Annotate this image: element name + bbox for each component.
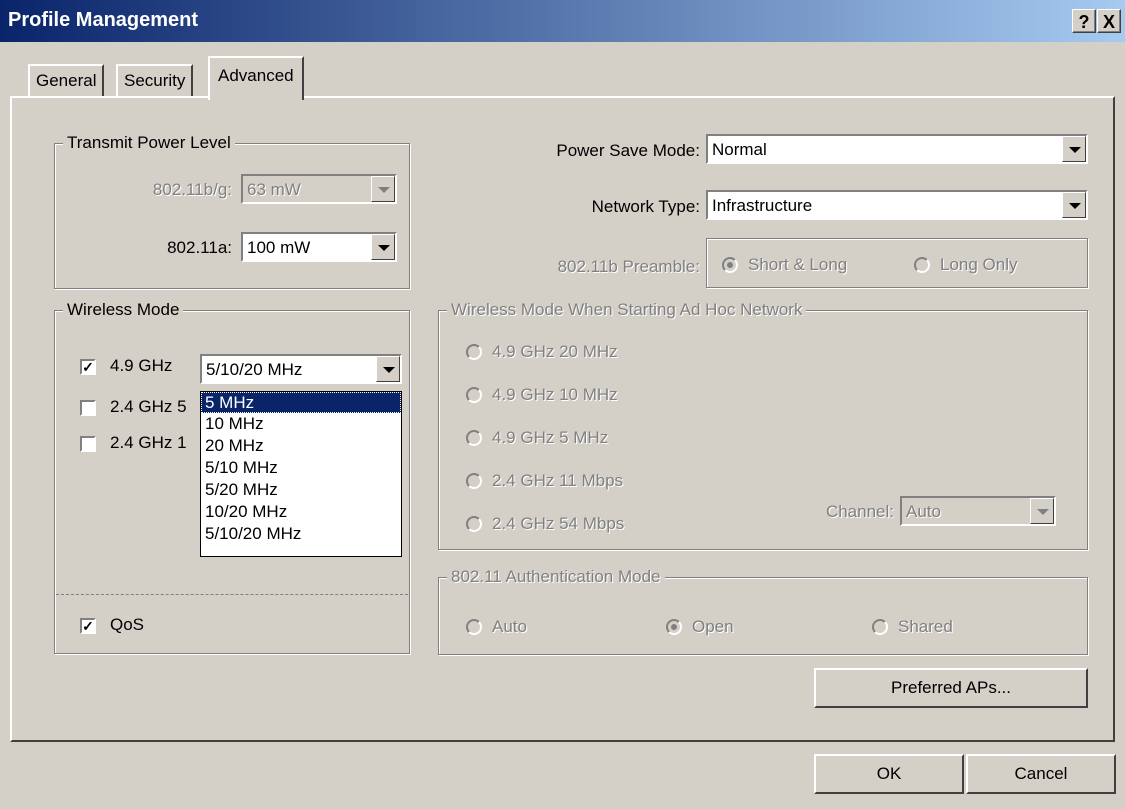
dropdown-option[interactable]: 5 MHz bbox=[201, 392, 401, 413]
bandwidth-value: 5/10/20 MHz bbox=[206, 360, 303, 379]
adhoc-label-49-5: 4.9 GHz 5 MHz bbox=[492, 428, 609, 447]
auth-legend: 802.11 Authentication Mode bbox=[447, 567, 665, 587]
dropdown-option[interactable]: 20 MHz bbox=[201, 435, 401, 457]
tab-advanced[interactable]: Advanced bbox=[208, 56, 304, 100]
adhoc-radio-49-10 bbox=[466, 387, 482, 403]
power-save-value: Normal bbox=[712, 140, 767, 159]
bandwidth-dropdown-list: 5 MHz 10 MHz 20 MHz 5/10 MHz 5/20 MHz 10… bbox=[200, 391, 402, 557]
power-save-label: Power Save Mode: bbox=[556, 141, 700, 160]
chevron-down-icon bbox=[1030, 498, 1054, 524]
adhoc-radio-49-5 bbox=[466, 430, 482, 446]
network-type-label: Network Type: bbox=[591, 197, 700, 216]
adhoc-label-24-11: 2.4 GHz 11 Mbps bbox=[492, 471, 624, 490]
divider bbox=[56, 594, 408, 595]
preamble-short-long-label: Short & Long bbox=[748, 255, 848, 274]
wm-49-label: 4.9 GHz bbox=[110, 356, 173, 375]
dropdown-option[interactable]: 5/20 MHz bbox=[201, 479, 401, 501]
network-type-select[interactable]: Infrastructure bbox=[706, 190, 1088, 220]
adhoc-radio-24-54 bbox=[466, 516, 482, 532]
wm-24b-checkbox[interactable] bbox=[80, 436, 96, 452]
bg-power-label: 802.11b/g: bbox=[152, 180, 232, 199]
preamble-short-long-radio bbox=[722, 257, 738, 273]
qos-checkbox[interactable]: ✓ bbox=[80, 618, 96, 634]
auth-auto-label: Auto bbox=[492, 617, 527, 636]
ok-button[interactable]: OK bbox=[814, 754, 964, 794]
tab-security[interactable]: Security bbox=[116, 64, 194, 98]
preamble-label: 802.11b Preamble: bbox=[557, 257, 700, 276]
a-power-value: 100 mW bbox=[247, 238, 311, 257]
power-save-select[interactable]: Normal bbox=[706, 134, 1088, 164]
close-button[interactable]: X bbox=[1097, 9, 1121, 33]
auth-open-label: Open bbox=[692, 617, 734, 636]
title-bar: Profile Management ? X bbox=[0, 0, 1125, 42]
wireless-mode-legend: Wireless Mode bbox=[63, 300, 184, 320]
dropdown-option[interactable]: 10 MHz bbox=[201, 413, 401, 435]
chevron-down-icon[interactable] bbox=[1062, 192, 1086, 218]
wm-24a-checkbox[interactable] bbox=[80, 400, 96, 416]
adhoc-radio-24-11 bbox=[466, 473, 482, 489]
adhoc-legend: Wireless Mode When Starting Ad Hoc Netwo… bbox=[447, 300, 807, 320]
adhoc-label-24-54: 2.4 GHz 54 Mbps bbox=[492, 514, 625, 533]
chevron-down-icon[interactable] bbox=[376, 356, 400, 382]
channel-select: Auto bbox=[900, 496, 1056, 526]
chevron-down-icon[interactable] bbox=[371, 234, 395, 260]
channel-value: Auto bbox=[906, 502, 941, 521]
channel-label: Channel: bbox=[825, 502, 894, 521]
auth-auto-radio bbox=[466, 619, 482, 635]
auth-open-radio bbox=[666, 619, 682, 635]
dropdown-option[interactable]: 10/20 MHz bbox=[201, 501, 401, 523]
wm-24b-label: 2.4 GHz 1 bbox=[110, 433, 187, 452]
transmit-power-group: Transmit Power Level bbox=[54, 133, 410, 289]
tab-general[interactable]: General bbox=[28, 64, 105, 98]
wm-49-checkbox[interactable]: ✓ bbox=[80, 359, 96, 375]
window-title: Profile Management bbox=[8, 9, 199, 31]
bg-power-value: 63 mW bbox=[247, 180, 301, 199]
auth-shared-label: Shared bbox=[898, 617, 953, 636]
preamble-long-only-radio bbox=[914, 257, 930, 273]
help-button[interactable]: ? bbox=[1072, 9, 1096, 33]
preferred-aps-button[interactable]: Preferred APs... bbox=[814, 668, 1088, 708]
adhoc-label-49-10: 4.9 GHz 10 MHz bbox=[492, 385, 618, 404]
transmit-power-legend: Transmit Power Level bbox=[63, 133, 235, 153]
bandwidth-select[interactable]: 5/10/20 MHz bbox=[200, 354, 402, 384]
bg-power-select: 63 mW bbox=[241, 174, 397, 204]
a-power-select[interactable]: 100 mW bbox=[241, 232, 397, 262]
a-power-label: 802.11a: bbox=[167, 238, 232, 257]
adhoc-label-49-20: 4.9 GHz 20 MHz bbox=[492, 342, 618, 361]
dropdown-option[interactable]: 5/10 MHz bbox=[201, 457, 401, 479]
qos-label: QoS bbox=[110, 615, 145, 634]
adhoc-radio-49-20 bbox=[466, 344, 482, 360]
wm-24a-label: 2.4 GHz 5 bbox=[110, 397, 187, 416]
dropdown-option[interactable]: 5/10/20 MHz bbox=[201, 523, 401, 545]
cancel-button[interactable]: Cancel bbox=[966, 754, 1116, 794]
auth-group: 802.11 Authentication Mode bbox=[438, 567, 1088, 655]
network-type-value: Infrastructure bbox=[712, 196, 813, 215]
preamble-long-only-label: Long Only bbox=[940, 255, 1018, 274]
auth-shared-radio bbox=[872, 619, 888, 635]
chevron-down-icon[interactable] bbox=[1062, 136, 1086, 162]
chevron-down-icon bbox=[371, 176, 395, 202]
